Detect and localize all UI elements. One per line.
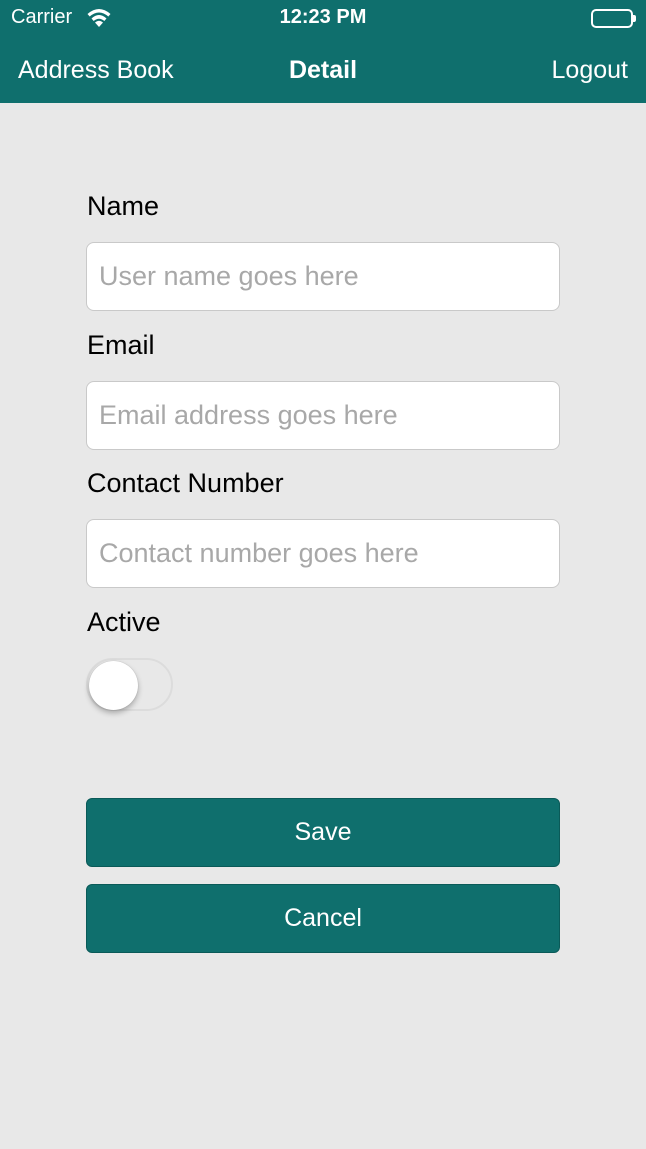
active-toggle[interactable] <box>86 658 173 711</box>
top-bar: Carrier 12:23 PM Address Book Detail Log… <box>0 0 646 103</box>
status-bar: Carrier 12:23 PM <box>0 0 646 38</box>
navigation-bar: Address Book Detail Logout <box>0 38 646 103</box>
contact-number-field[interactable] <box>86 519 560 588</box>
contact-number-label: Contact Number <box>87 468 284 498</box>
name-label: Name <box>87 191 160 221</box>
battery-icon <box>591 9 637 28</box>
save-button[interactable]: Save <box>86 798 560 867</box>
email-label: Email <box>87 330 155 360</box>
status-time: 12:23 PM <box>279 6 367 28</box>
page-title: Detail <box>288 56 358 84</box>
toggle-knob <box>89 661 138 710</box>
logout-button[interactable]: Logout <box>552 56 628 85</box>
active-label: Active <box>87 607 161 637</box>
name-field[interactable] <box>86 242 560 311</box>
email-field[interactable] <box>86 381 560 450</box>
cancel-button[interactable]: Cancel <box>86 884 560 953</box>
